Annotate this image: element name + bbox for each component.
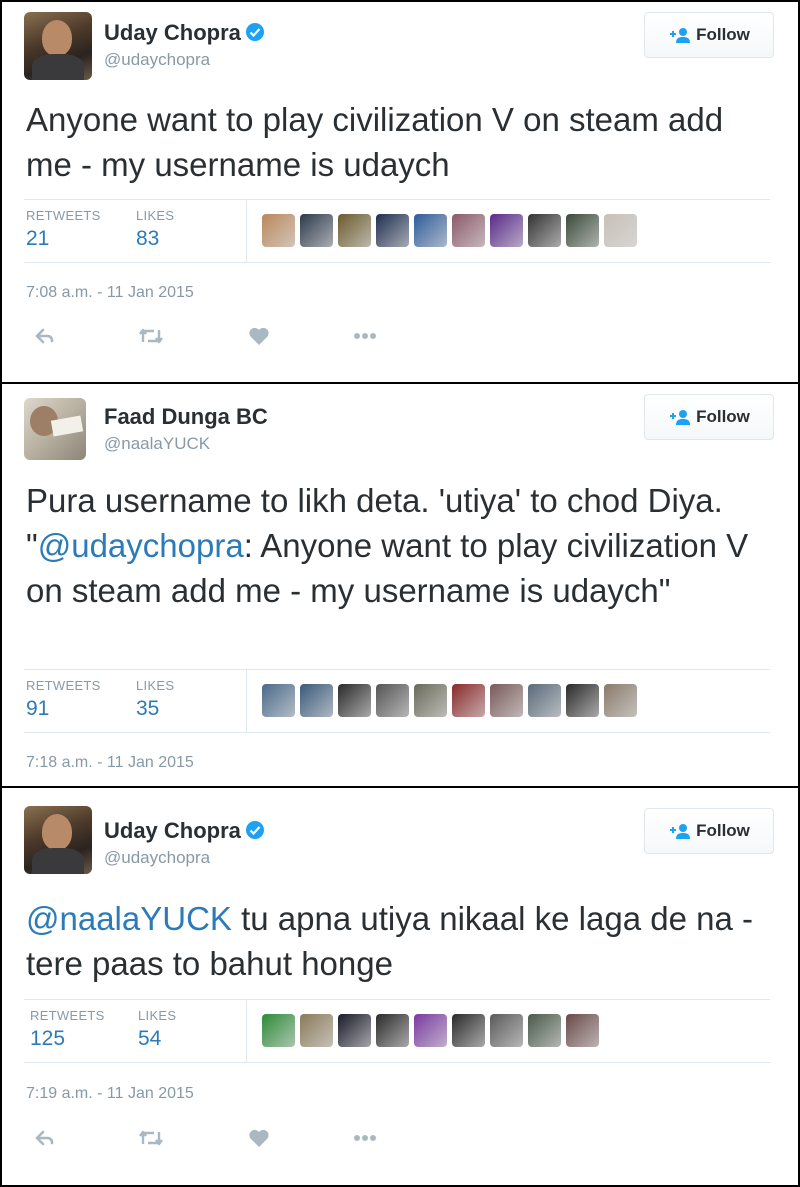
liker-avatar[interactable] [604, 684, 637, 717]
tweet-text: Pura username to likh deta. 'utiya' to c… [26, 478, 774, 613]
retweets-stat[interactable]: RETWEETS 125 [30, 1008, 105, 1051]
tweet-card: Uday Chopra @udaychopra Follow @naalaYUC… [0, 786, 800, 1187]
author-name[interactable]: Uday Chopra [104, 818, 265, 846]
retweets-count: 91 [26, 697, 50, 720]
liker-avatar[interactable] [452, 214, 485, 247]
like-icon[interactable] [244, 1126, 274, 1150]
liker-avatar[interactable] [414, 684, 447, 717]
liker-avatar[interactable] [452, 1014, 485, 1047]
mention-link[interactable]: @udaychopra [38, 527, 244, 564]
likes-count: 35 [136, 697, 160, 720]
tweet-stats: RETWEETS 125 LIKES 54 [24, 999, 770, 1063]
author-handle[interactable]: @udaychopra [104, 50, 210, 70]
timestamp[interactable]: 7:19 a.m. - 11 Jan 2015 [26, 1085, 194, 1103]
tweet-card: Faad Dunga BC @naalaYUCK Follow Pura use… [0, 382, 800, 788]
liker-avatar[interactable] [338, 1014, 371, 1047]
verified-badge-icon [245, 22, 265, 48]
follow-button[interactable]: Follow [644, 12, 774, 58]
liker-avatar[interactable] [528, 684, 561, 717]
retweets-label: RETWEETS [26, 208, 101, 223]
liker-avatar[interactable] [376, 684, 409, 717]
likes-stat[interactable]: LIKES 35 [136, 678, 174, 721]
liker-avatars [262, 684, 637, 717]
follow-person-icon [668, 27, 691, 43]
author-handle[interactable]: @naalaYUCK [104, 434, 210, 454]
tweet-text: @naalaYUCK tu apna utiya nikaal ke laga … [26, 896, 774, 986]
reply-icon[interactable] [30, 324, 60, 348]
follow-person-icon [668, 823, 691, 839]
liker-avatar[interactable] [414, 214, 447, 247]
stats-divider [246, 670, 247, 732]
retweets-count: 21 [26, 227, 50, 250]
liker-avatar[interactable] [452, 684, 485, 717]
liker-avatar[interactable] [376, 214, 409, 247]
reply-icon[interactable] [30, 1126, 60, 1150]
avatar[interactable] [24, 398, 86, 460]
likes-stat[interactable]: LIKES 54 [138, 1008, 176, 1051]
avatar[interactable] [24, 12, 92, 80]
verified-badge-icon [245, 820, 265, 846]
tweet-card: Uday Chopra @udaychopra Follow Anyone wa… [0, 0, 800, 384]
follow-button[interactable]: Follow [644, 394, 774, 440]
liker-avatar[interactable] [414, 1014, 447, 1047]
retweets-stat[interactable]: RETWEETS 21 [26, 208, 101, 251]
liker-avatars [262, 214, 637, 247]
liker-avatar[interactable] [528, 1014, 561, 1047]
likes-label: LIKES [138, 1008, 177, 1023]
follow-label: Follow [696, 407, 750, 426]
retweets-stat[interactable]: RETWEETS 91 [26, 678, 101, 721]
timestamp[interactable]: 7:08 a.m. - 11 Jan 2015 [26, 284, 194, 302]
follow-button[interactable]: Follow [644, 808, 774, 854]
more-icon[interactable] [350, 1126, 380, 1150]
stats-divider [246, 1000, 247, 1062]
retweets-label: RETWEETS [26, 678, 101, 693]
liker-avatar[interactable] [490, 214, 523, 247]
likes-stat[interactable]: LIKES 83 [136, 208, 174, 251]
follow-label: Follow [696, 25, 750, 44]
liker-avatar[interactable] [262, 1014, 295, 1047]
likes-count: 54 [138, 1027, 162, 1050]
avatar[interactable] [24, 806, 92, 874]
tweet-actions [30, 1126, 380, 1150]
liker-avatar[interactable] [604, 214, 637, 247]
liker-avatar[interactable] [338, 214, 371, 247]
likes-label: LIKES [136, 678, 175, 693]
retweets-label: RETWEETS [30, 1008, 105, 1023]
liker-avatar[interactable] [490, 684, 523, 717]
tweet-text: Anyone want to play civilization V on st… [26, 97, 774, 187]
tweet-actions [30, 324, 380, 348]
like-icon[interactable] [244, 324, 274, 348]
liker-avatar[interactable] [376, 1014, 409, 1047]
liker-avatar[interactable] [262, 684, 295, 717]
liker-avatar[interactable] [566, 1014, 599, 1047]
retweets-count: 125 [30, 1027, 66, 1050]
retweet-icon[interactable] [136, 324, 166, 348]
follow-person-icon [668, 409, 691, 425]
liker-avatar[interactable] [262, 214, 295, 247]
liker-avatar[interactable] [300, 214, 333, 247]
author-name[interactable]: Faad Dunga BC [104, 404, 268, 430]
more-icon[interactable] [350, 324, 380, 348]
tweet-stats: RETWEETS 21 LIKES 83 [24, 199, 770, 263]
likes-label: LIKES [136, 208, 175, 223]
stats-divider [246, 200, 247, 262]
liker-avatar[interactable] [300, 1014, 333, 1047]
timestamp[interactable]: 7:18 a.m. - 11 Jan 2015 [26, 754, 194, 772]
author-name[interactable]: Uday Chopra [104, 20, 265, 48]
tweet-stats: RETWEETS 91 LIKES 35 [24, 669, 770, 733]
tweet-text-part: Anyone want to play civilization V on st… [26, 101, 724, 183]
liker-avatar[interactable] [566, 684, 599, 717]
retweet-icon[interactable] [136, 1126, 166, 1150]
liker-avatar[interactable] [300, 684, 333, 717]
author-handle[interactable]: @udaychopra [104, 848, 210, 868]
liker-avatars [262, 1014, 599, 1047]
likes-count: 83 [136, 227, 160, 250]
liker-avatar[interactable] [528, 214, 561, 247]
mention-link[interactable]: @naalaYUCK [26, 900, 232, 937]
liker-avatar[interactable] [490, 1014, 523, 1047]
follow-label: Follow [696, 821, 750, 840]
liker-avatar[interactable] [566, 214, 599, 247]
liker-avatar[interactable] [338, 684, 371, 717]
